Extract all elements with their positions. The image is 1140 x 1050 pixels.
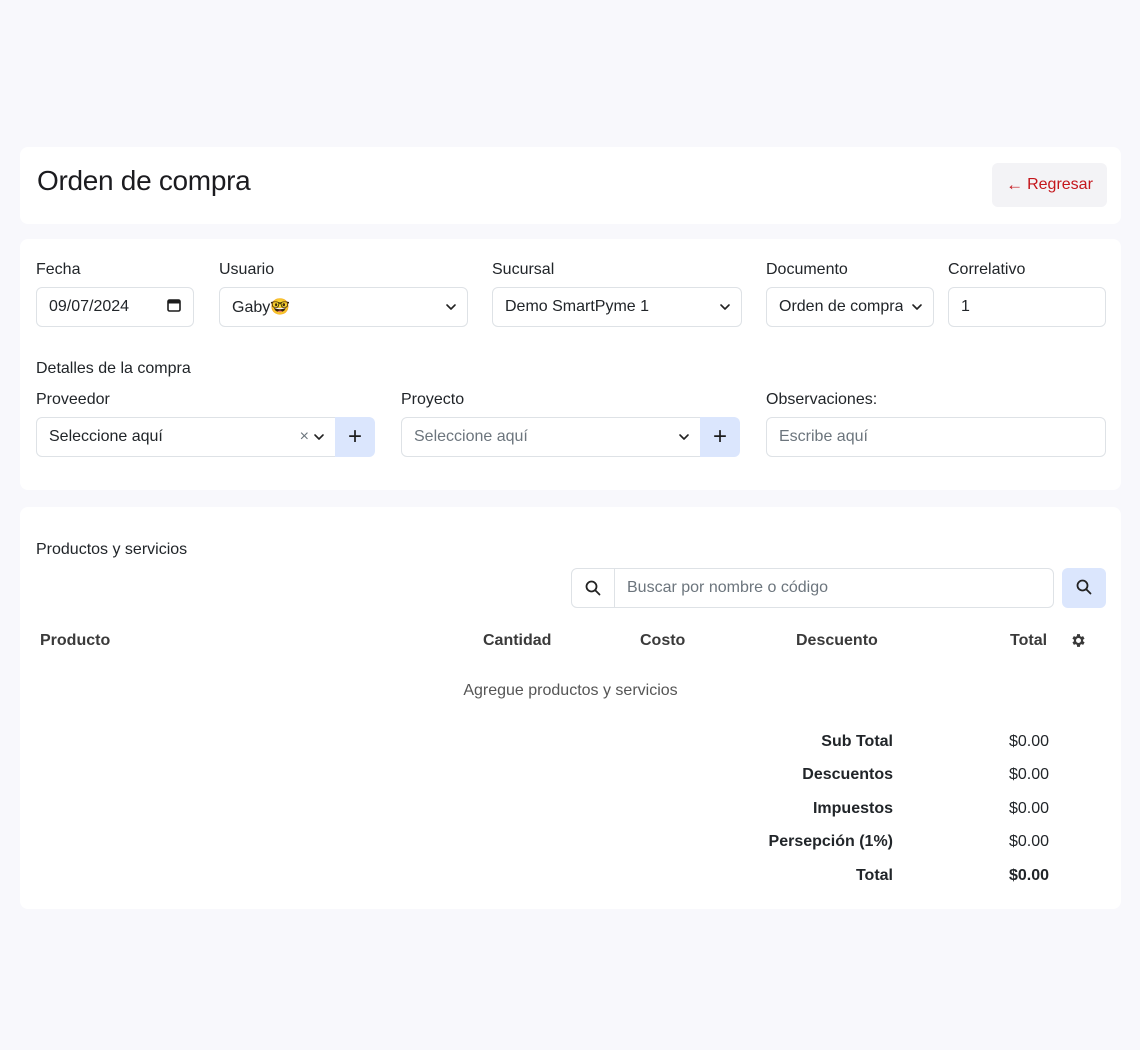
plus-icon: +	[712, 423, 727, 450]
product-search-placeholder: Buscar por nombre o código	[627, 579, 828, 596]
add-proyecto-button[interactable]: +	[700, 417, 740, 457]
column-header-costo: Costo	[640, 632, 686, 649]
clear-icon[interactable]: ×	[300, 428, 309, 446]
column-header-cantidad: Cantidad	[483, 632, 552, 649]
summary-total-label: Total	[855, 867, 893, 884]
product-search-group: Buscar por nombre o código	[571, 568, 1054, 608]
column-header-descuento: Descuento	[796, 632, 878, 649]
search-button[interactable]	[1062, 568, 1106, 608]
correlativo-value: 1	[961, 298, 970, 315]
proyecto-placeholder: Seleccione aquí	[414, 428, 528, 445]
summary-label: Persepción (1%)	[768, 833, 893, 850]
chevron-down-icon	[911, 302, 922, 312]
summary-total-value: $0.00	[1008, 867, 1049, 884]
chevron-down-icon	[678, 432, 689, 442]
purchase-form-card: Fecha Usuario Sucursal Documento Correla…	[20, 239, 1121, 490]
correlativo-label: Correlativo	[948, 261, 1026, 278]
plus-icon: +	[347, 423, 362, 450]
fecha-date-input[interactable]: 09/07/2024	[36, 287, 194, 327]
documento-label: Documento	[766, 261, 848, 278]
nerd-face-emoji: 🤓	[270, 299, 291, 316]
documento-select[interactable]: Orden de compra	[766, 287, 934, 327]
usuario-value: Gaby	[232, 299, 271, 316]
correlativo-input[interactable]: 1	[948, 287, 1106, 327]
sucursal-label: Sucursal	[492, 261, 555, 278]
gear-icon[interactable]	[1070, 632, 1087, 654]
calendar-icon[interactable]	[167, 298, 181, 317]
products-card: Productos y servicios Buscar por nombre …	[20, 507, 1121, 909]
back-button[interactable]: ← Regresar	[992, 163, 1107, 207]
proyecto-label: Proyecto	[401, 391, 465, 408]
proyecto-select[interactable]: Seleccione aquí	[401, 417, 701, 457]
column-header-producto: Producto	[40, 632, 111, 649]
usuario-select[interactable]: Gaby🤓	[219, 287, 468, 327]
header-card: Orden de compra ← Regresar	[20, 147, 1121, 224]
summary-value: $0.00	[1008, 833, 1049, 850]
products-section-title: Productos y servicios	[36, 541, 188, 558]
summary-label: Descuentos	[802, 766, 893, 783]
observaciones-label: Observaciones:	[766, 391, 878, 408]
empty-table-message: Agregue productos y servicios	[463, 682, 678, 699]
proveedor-select[interactable]: Seleccione aquí ×	[36, 417, 336, 457]
product-search-input[interactable]: Buscar por nombre o código	[615, 569, 1053, 607]
fecha-value: 09/07/2024	[49, 298, 130, 315]
arrow-left-icon: ←	[1006, 175, 1024, 194]
chevron-down-icon	[445, 302, 456, 312]
proveedor-value: Seleccione aquí	[49, 428, 163, 445]
summary-value: $0.00	[1008, 800, 1049, 817]
observaciones-input[interactable]: Escribe aquí	[766, 417, 1106, 457]
proveedor-label: Proveedor	[36, 391, 110, 408]
documento-value: Orden de compra	[779, 298, 903, 315]
search-icon	[572, 569, 615, 607]
summary-label: Impuestos	[812, 800, 893, 817]
sucursal-select[interactable]: Demo SmartPyme 1	[492, 287, 742, 327]
sucursal-value: Demo SmartPyme 1	[505, 298, 650, 315]
column-header-total: Total	[1010, 632, 1048, 649]
summary-value: $0.00	[1008, 733, 1049, 750]
chevron-down-icon	[719, 302, 730, 312]
add-proveedor-button[interactable]: +	[335, 417, 375, 457]
search-icon	[1076, 579, 1092, 598]
page-title: Orden de compra	[37, 165, 251, 196]
fecha-label: Fecha	[36, 261, 81, 278]
chevron-down-icon	[313, 432, 324, 442]
summary-label: Sub Total	[821, 733, 893, 750]
summary-value: $0.00	[1008, 766, 1049, 783]
back-button-label: Regresar	[1027, 176, 1093, 193]
usuario-label: Usuario	[219, 261, 275, 278]
detalles-section-title: Detalles de la compra	[36, 360, 191, 377]
observaciones-placeholder: Escribe aquí	[779, 428, 868, 445]
